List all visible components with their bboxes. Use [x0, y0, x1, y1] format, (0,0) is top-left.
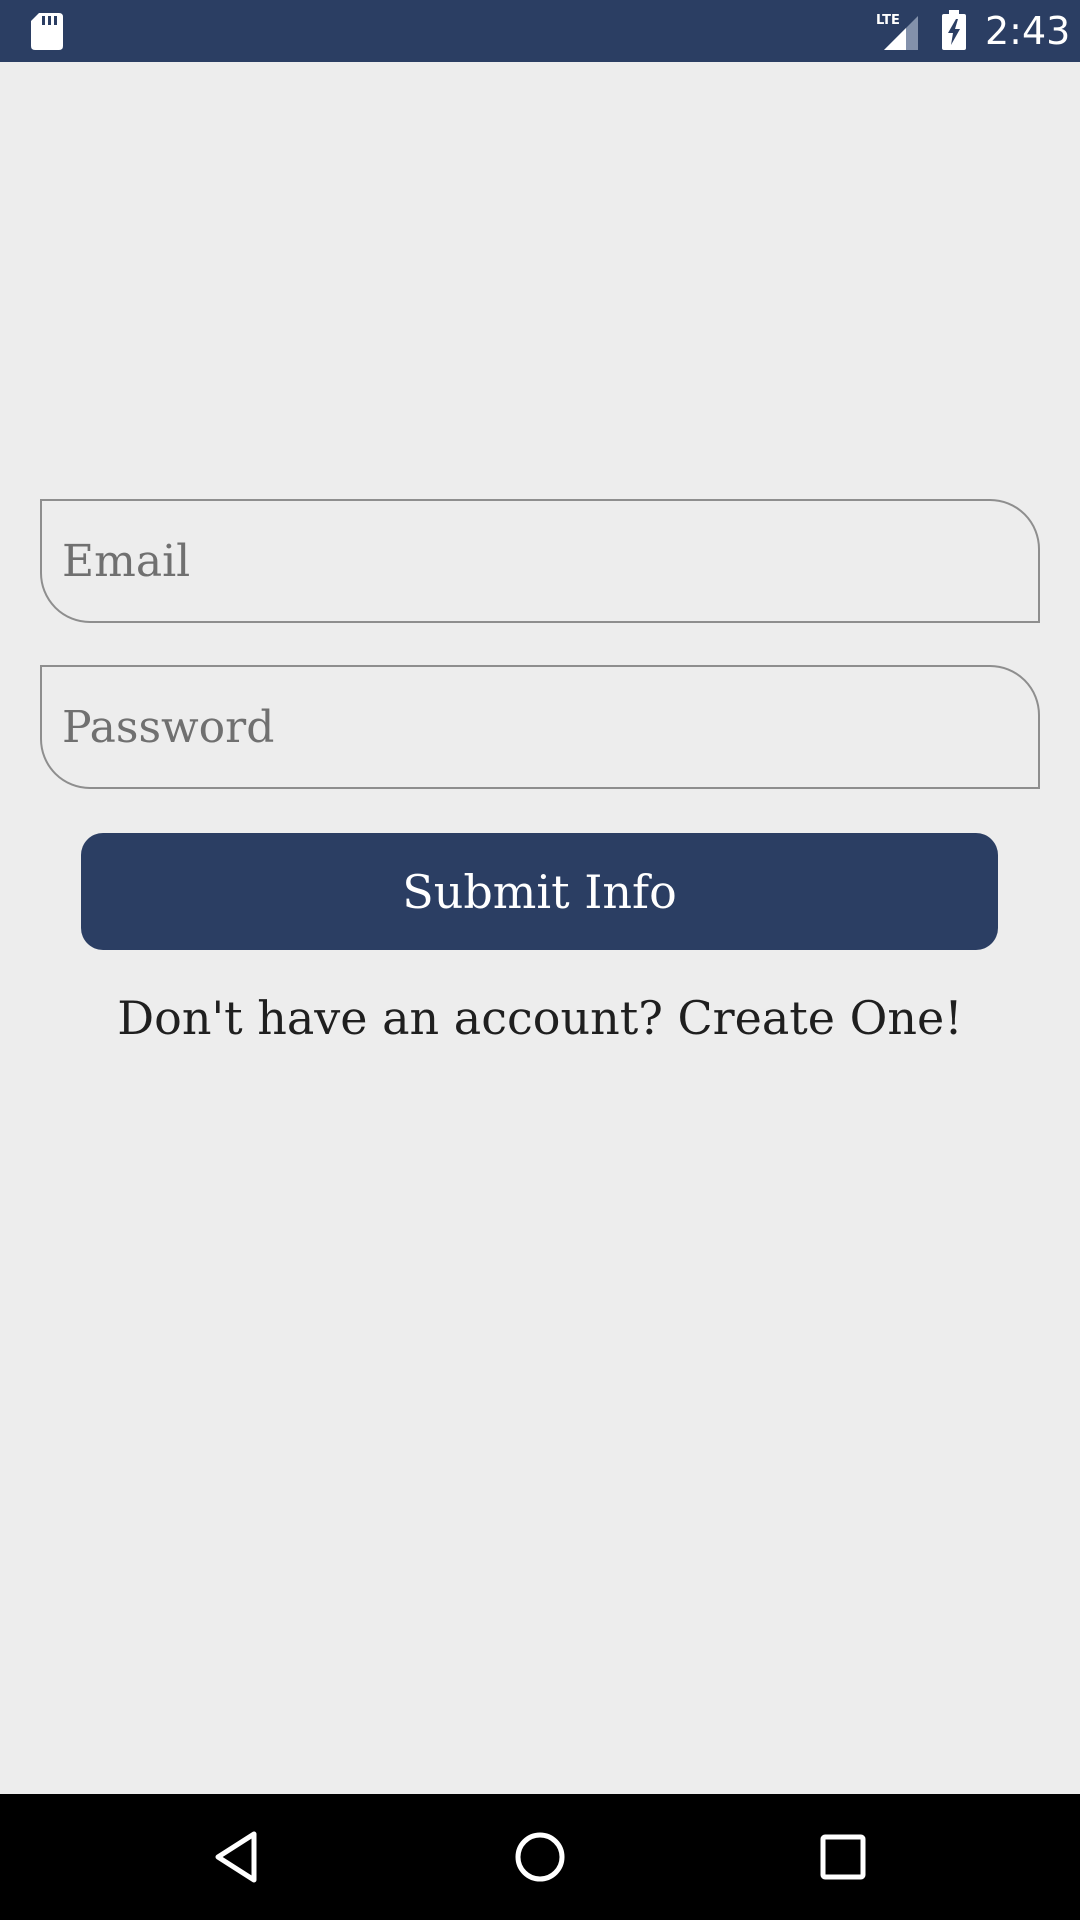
- recent-apps-button[interactable]: [808, 1822, 878, 1892]
- password-field-container: [40, 665, 1040, 789]
- login-screen: LTE 2:43 Submit Info Don't have an accou…: [0, 0, 1080, 1920]
- navigation-bar: [0, 1794, 1080, 1920]
- sd-card-icon: [31, 13, 63, 50]
- password-field[interactable]: [42, 667, 1038, 787]
- create-account-link[interactable]: Don't have an account? Create One!: [0, 985, 1080, 1051]
- status-bar: LTE 2:43: [0, 0, 1080, 62]
- lte-signal-icon: LTE: [876, 13, 918, 50]
- back-button[interactable]: [201, 1822, 271, 1892]
- home-button[interactable]: [505, 1822, 575, 1892]
- email-field[interactable]: [42, 501, 1038, 621]
- recent-apps-icon: [820, 1834, 866, 1880]
- home-icon: [515, 1832, 565, 1882]
- network-type-label: LTE: [876, 13, 900, 28]
- battery-charging-icon: [942, 10, 966, 50]
- submit-button[interactable]: Submit Info: [81, 833, 998, 950]
- clock: 2:43: [985, 9, 1071, 53]
- email-field-container: [40, 499, 1040, 623]
- back-icon: [215, 1831, 257, 1883]
